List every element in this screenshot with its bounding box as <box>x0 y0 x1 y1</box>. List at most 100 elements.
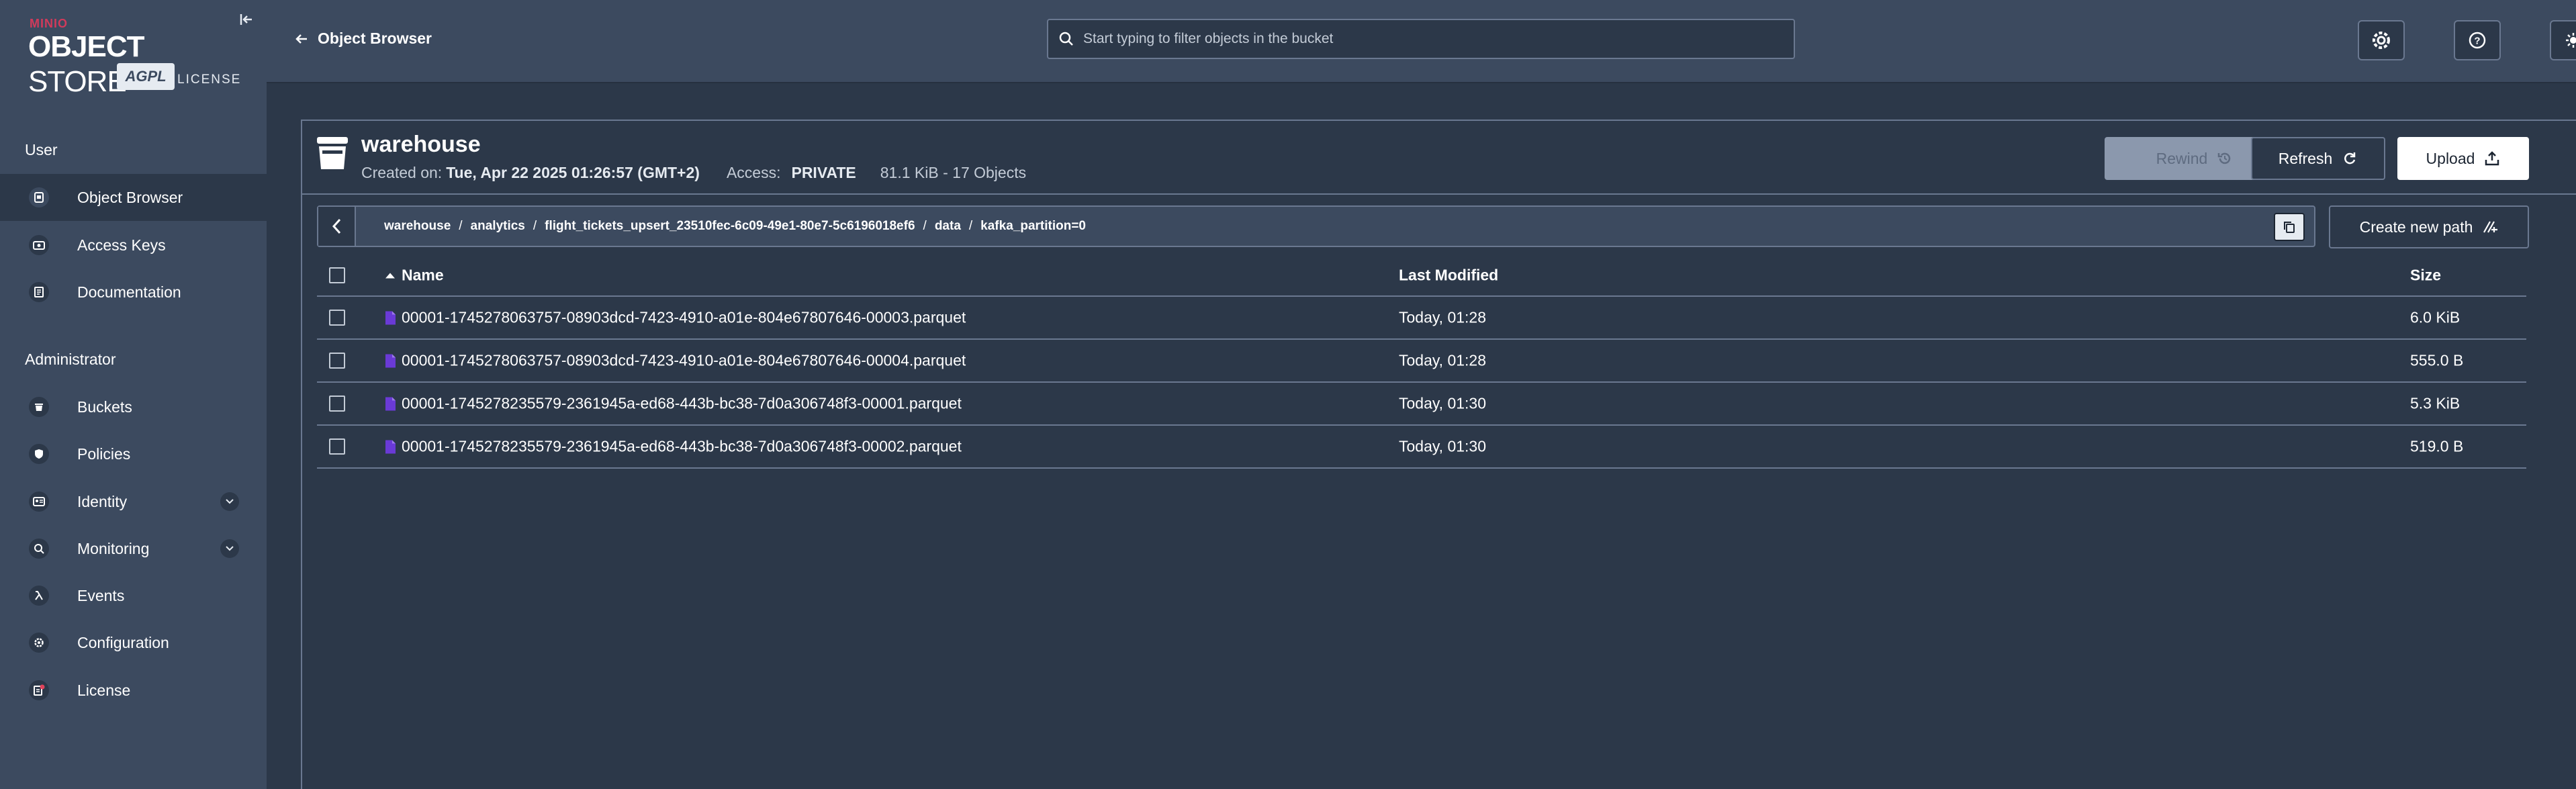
table-header: Name Last Modified Size <box>317 255 2526 297</box>
sidebar-item-configuration[interactable]: Configuration <box>0 619 267 666</box>
chevron-left-icon <box>332 218 341 234</box>
collapse-sidebar-icon[interactable] <box>236 9 257 30</box>
identity-icon <box>29 492 49 512</box>
file-icon <box>385 440 396 453</box>
sidebar-item-documentation[interactable]: Documentation <box>0 269 267 316</box>
help-icon: ? <box>2469 32 2486 49</box>
table-row[interactable]: 00001-1745278063757-08903dcd-7423-4910-a… <box>317 340 2526 383</box>
refresh-button[interactable]: Refresh <box>2251 137 2385 180</box>
row-checkbox[interactable] <box>329 310 345 326</box>
chevron-down-icon[interactable] <box>220 539 239 558</box>
access-keys-icon <box>29 235 49 255</box>
bucket-panel: warehouse Created on: Tue, Apr 22 2025 0… <box>301 120 2576 789</box>
logo-object-word: OBJECT <box>28 30 144 63</box>
sidebar-item-label: Policies <box>77 445 131 463</box>
breadcrumb-separator: / <box>533 219 537 233</box>
breadcrumb-separator: / <box>968 219 973 233</box>
sidebar-item-policies[interactable]: Policies <box>0 430 267 477</box>
created-value: Tue, Apr 22 2025 01:26:57 (GMT+2) <box>446 164 700 181</box>
created-label: Created on: <box>361 164 443 181</box>
create-new-path-button[interactable]: Create new path <box>2329 205 2529 248</box>
sidebar-item-label: Configuration <box>77 633 169 651</box>
top-bar: Object Browser ? <box>267 0 2576 83</box>
sun-icon <box>2566 33 2576 48</box>
upload-button[interactable]: Upload <box>2397 137 2529 180</box>
size-cell: 519.0 B <box>2410 437 2464 455</box>
breadcrumb-item[interactable]: kafka_partition=0 <box>980 219 1086 234</box>
breadcrumb-separator: / <box>923 219 927 233</box>
table-row[interactable]: 00001-1745278235579-2361945a-ed68-443b-b… <box>317 383 2526 426</box>
row-checkbox[interactable] <box>329 396 345 412</box>
column-header-name[interactable]: Name <box>384 267 444 285</box>
settings-button[interactable] <box>2358 20 2405 60</box>
search-input[interactable] <box>1083 31 1755 47</box>
configuration-icon <box>29 633 49 653</box>
monitoring-icon <box>29 539 49 559</box>
sidebar-item-events[interactable]: Events <box>0 572 267 619</box>
lambda-icon <box>29 586 49 606</box>
file-name: 00001-1745278063757-08903dcd-7423-4910-a… <box>402 351 966 369</box>
file-name: 00001-1745278235579-2361945a-ed68-443b-b… <box>402 394 962 412</box>
agpl-badge: AGPL <box>117 63 175 90</box>
divider <box>302 193 2576 195</box>
object-filter-search[interactable] <box>1047 19 1795 59</box>
license-icon <box>29 680 49 700</box>
arrow-left-icon <box>295 34 307 44</box>
column-header-size[interactable]: Size <box>2410 267 2441 285</box>
breadcrumb-back-button[interactable] <box>318 207 356 246</box>
objects-table: Name Last Modified Size 00001-1745278063… <box>317 255 2526 469</box>
svg-text:?: ? <box>2474 36 2480 47</box>
file-name-cell: 00001-1745278063757-08903dcd-7423-4910-a… <box>384 309 966 327</box>
file-name: 00001-1745278235579-2361945a-ed68-443b-b… <box>402 437 962 455</box>
sidebar-item-access-keys[interactable]: Access Keys <box>0 222 267 269</box>
sidebar-item-label: Monitoring <box>77 539 150 557</box>
size-cell: 555.0 B <box>2410 351 2464 369</box>
sidebar-item-label: License <box>77 681 131 699</box>
policies-icon <box>29 444 49 464</box>
sidebar-item-monitoring[interactable]: Monitoring <box>0 525 267 572</box>
breadcrumb-item[interactable]: flight_tickets_upsert_23510fec-6c09-49e1… <box>545 219 915 234</box>
file-icon <box>385 354 396 367</box>
buckets-icon <box>29 397 49 417</box>
bucket-name: warehouse <box>361 132 481 157</box>
breadcrumb-item[interactable]: data <box>935 219 961 234</box>
row-checkbox[interactable] <box>329 353 345 369</box>
select-all-checkbox[interactable] <box>329 267 345 283</box>
copy-path-button[interactable] <box>2274 213 2305 241</box>
breadcrumb-item[interactable]: warehouse <box>384 219 451 234</box>
breadcrumb-item[interactable]: analytics <box>471 219 525 234</box>
logo-store-word: STORE <box>28 65 127 98</box>
logo-license-text: LICENSE <box>177 73 242 87</box>
table-row[interactable]: 00001-1745278235579-2361945a-ed68-443b-b… <box>317 426 2526 469</box>
back-to-object-browser-link[interactable]: Object Browser <box>295 30 432 48</box>
file-name-cell: 00001-1745278063757-08903dcd-7423-4910-a… <box>384 352 966 370</box>
last-modified-cell: Today, 01:30 <box>1399 394 1487 412</box>
table-row[interactable]: 00001-1745278063757-08903dcd-7423-4910-a… <box>317 297 2526 340</box>
row-checkbox[interactable] <box>329 438 345 455</box>
theme-toggle-button[interactable] <box>2550 20 2576 60</box>
file-name-cell: 00001-1745278235579-2361945a-ed68-443b-b… <box>384 395 962 413</box>
breadcrumb-separator: / <box>459 219 463 233</box>
help-button[interactable]: ? <box>2454 20 2501 60</box>
upload-label: Upload <box>2426 149 2475 167</box>
back-label: Object Browser <box>318 30 432 47</box>
minio-logo: MINIO OBJECT STORE AGPL LICENSE <box>28 13 243 98</box>
sidebar-item-label: Events <box>77 586 125 604</box>
sidebar-item-object-browser[interactable]: Object Browser <box>0 174 267 221</box>
sidebar-item-buckets[interactable]: Buckets <box>0 383 267 430</box>
rewind-label: Rewind <box>2156 149 2208 167</box>
column-header-last-modified[interactable]: Last Modified <box>1399 267 1498 285</box>
upload-icon <box>2485 151 2499 166</box>
sidebar-item-license[interactable]: License <box>0 667 267 714</box>
sidebar-item-label: Identity <box>77 492 128 510</box>
sidebar-item-identity[interactable]: Identity <box>0 478 267 525</box>
breadcrumb: warehouse / analytics / flight_tickets_ups… <box>384 219 1086 234</box>
last-modified-cell: Today, 01:28 <box>1399 351 1487 369</box>
sidebar-item-label: Buckets <box>77 398 132 416</box>
copy-icon <box>2284 222 2295 233</box>
column-name-label: Name <box>402 266 444 284</box>
object-browser-icon <box>29 187 49 207</box>
bucket-icon <box>317 137 348 169</box>
sort-ascending-icon <box>385 273 395 278</box>
chevron-down-icon[interactable] <box>220 492 239 511</box>
